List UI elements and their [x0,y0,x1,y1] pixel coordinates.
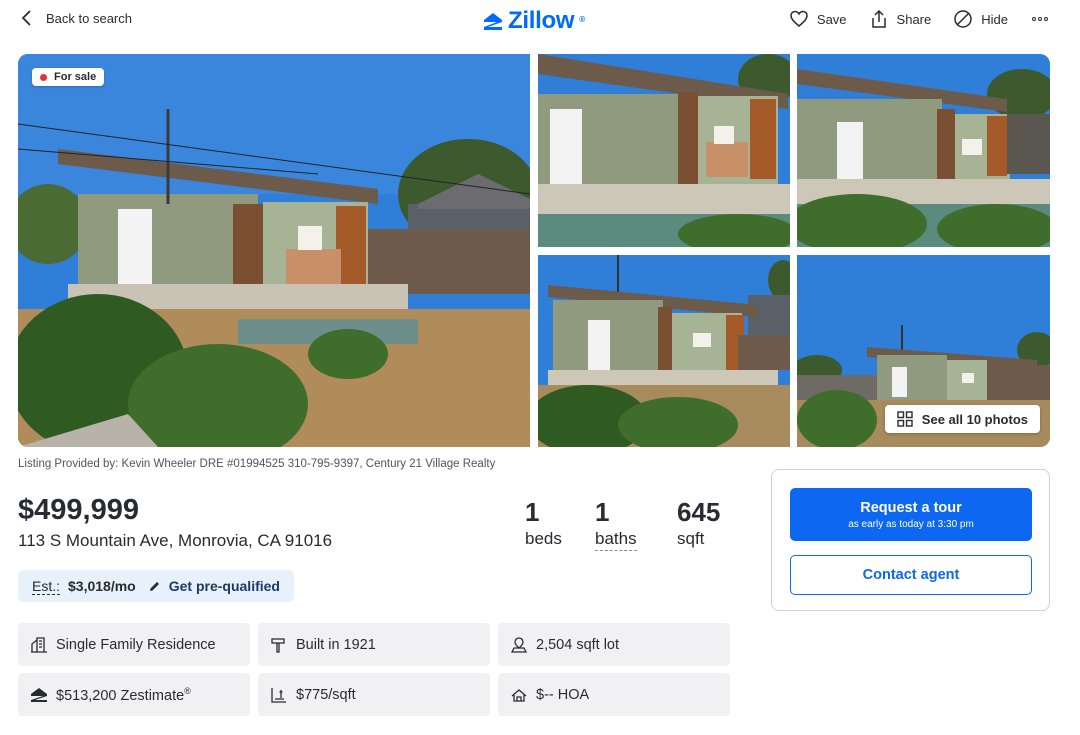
beds-label: beds [525,529,562,548]
bed-bath-sqft-stats: 1 beds 1 baths 645 sqft [520,496,737,551]
status-dot [40,73,47,81]
baths-stat[interactable]: 1 baths [595,496,677,551]
status-badge: For sale [32,68,105,86]
get-pre-qualified-link[interactable]: Get pre-qualified [169,578,280,594]
heart-icon [790,10,808,27]
fact-label: Built in 1921 [296,636,376,653]
beds-stat: 1 beds [520,496,595,551]
hoa-icon [511,688,527,702]
grid-icon [897,411,913,427]
logo-registered-mark: ® [579,14,585,24]
house-photo-image [538,255,790,447]
save-button[interactable]: Save [789,9,847,29]
fact-lot-size: 2,504 sqft lot [498,623,730,666]
home-type-icon [31,636,47,653]
back-to-search-link[interactable]: Back to search [20,9,132,27]
listing-address: 113 S Mountain Ave, Monrovia, CA 91016 [18,531,333,550]
thumbnail-photo[interactable] [538,255,790,447]
fact-label: 2,504 sqft lot [536,636,620,653]
zillow-logo-icon [484,13,502,30]
lot-icon [510,636,528,653]
fact-label: $-- HOA [536,686,590,703]
house-photo-image [18,54,530,447]
photo-gallery: For sale See all 10 photos [18,54,1050,447]
fact-price-per-sqft: $775/sqft [258,673,490,716]
thumbnail-photo[interactable] [797,54,1050,247]
zestimate-icon [31,687,47,702]
thumbnail-photo[interactable] [538,54,790,247]
beds-count: 1 [525,497,540,527]
listing-provided-by: Listing Provided by: Kevin Wheeler DRE #… [18,458,496,470]
request-tour-button[interactable]: Request a tour as early as today at 3:30… [790,488,1032,541]
baths-label[interactable]: baths [595,528,637,551]
fact-home-type: Single Family Residence [18,623,250,666]
zillow-logo[interactable]: Zillow ® [482,7,585,35]
sqft-stat: 645 sqft [677,496,737,551]
more-icon[interactable] [1030,17,1050,21]
hammer-icon [271,637,285,653]
sqft-count: 645 [677,497,721,527]
estimate-value: $3,018/mo [68,578,136,594]
header-actions: Save Share Hide [789,9,1050,29]
fact-label: $775/sqft [296,686,356,703]
fact-year-built: Built in 1921 [258,623,490,666]
pencil-icon [149,581,159,591]
share-label: Share [896,11,932,27]
price-per-sqft-icon [271,687,286,703]
main-photo[interactable]: For sale [18,54,530,447]
house-photo-image [797,54,1050,247]
hide-button[interactable]: Hide [953,9,1008,29]
chevron-left-icon [21,10,31,26]
baths-count: 1 [595,497,610,527]
request-tour-sublabel: as early as today at 3:30 pm [848,518,974,530]
hide-label: Hide [981,11,1008,27]
estimate-label[interactable]: Est.: [32,578,61,595]
house-photo-image [538,54,790,247]
sqft-label: sqft [677,529,705,548]
see-all-photos-label: See all 10 photos [921,411,1028,427]
fact-hoa: $-- HOA [498,673,730,716]
status-badge-label: For sale [54,71,97,83]
top-bar: Back to search Zillow ® Save Share Hide [0,0,1080,40]
fact-label: $513,200 Zestimate® [56,685,191,704]
share-button[interactable]: Share [869,9,932,29]
hide-icon [954,10,972,28]
listing-price: $499,999 [18,494,139,526]
monthly-estimate-bar: Est.: $3,018/mo Get pre-qualified [18,570,294,602]
fact-label: Single Family Residence [56,636,216,653]
save-label: Save [816,11,847,27]
tour-card: Request a tour as early as today at 3:30… [771,469,1050,611]
contact-agent-button[interactable]: Contact agent [790,555,1032,595]
fact-zestimate: $513,200 Zestimate® [18,673,250,716]
see-all-photos-button[interactable]: See all 10 photos [884,405,1040,433]
thumbnail-photo[interactable]: See all 10 photos [797,255,1050,447]
back-label: Back to search [46,10,132,26]
share-icon [871,9,886,28]
request-tour-label: Request a tour [860,499,962,516]
logo-text: Zillow [508,7,575,34]
